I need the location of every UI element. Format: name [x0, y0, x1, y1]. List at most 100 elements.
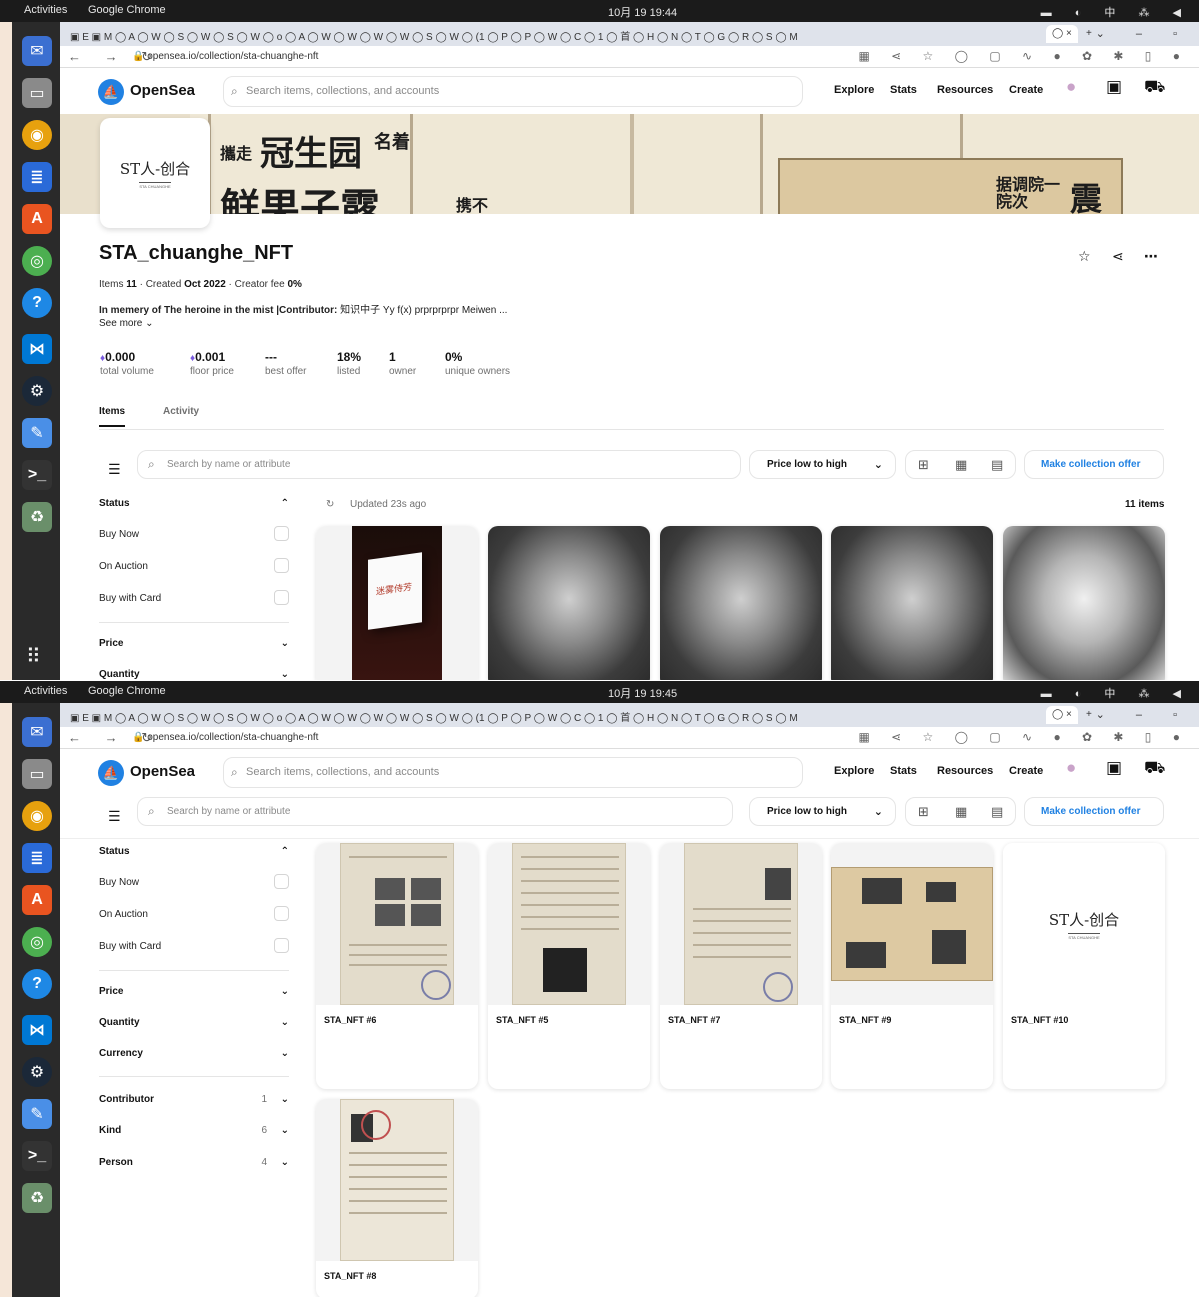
nav-explore[interactable]: Explore: [834, 765, 874, 777]
window-controls[interactable]: ⌄ – ▫: [1096, 27, 1191, 40]
text-editor-icon[interactable]: ✎: [22, 1099, 52, 1129]
checkbox[interactable]: [274, 590, 289, 605]
filter-kind-header[interactable]: Kind 6 ⌄: [99, 1125, 289, 1136]
input-method[interactable]: 中: [1104, 688, 1125, 700]
input-method[interactable]: 中: [1104, 7, 1125, 19]
nft-card[interactable]: STA_NFT #9: [831, 843, 993, 1089]
steam-icon[interactable]: ⚙: [22, 1057, 52, 1087]
terminal-icon[interactable]: >_: [22, 1141, 52, 1171]
item-search-input[interactable]: ⌕ Search by name or attribute: [137, 797, 733, 826]
filter-buy-now[interactable]: Buy Now: [99, 526, 289, 541]
window-controls[interactable]: ⌄ – ▫: [1096, 708, 1191, 721]
nft-card[interactable]: [660, 526, 822, 680]
nft-card[interactable]: [831, 526, 993, 680]
sort-select[interactable]: Price low to high ⌄: [749, 450, 896, 479]
writer-icon[interactable]: ≣: [22, 843, 52, 873]
text-editor-icon[interactable]: ✎: [22, 418, 52, 448]
steam-icon[interactable]: ⚙: [22, 376, 52, 406]
filter-status-header[interactable]: Status ⌃: [99, 498, 289, 509]
filter-status-header[interactable]: Status ⌃: [99, 846, 289, 857]
filter-toggle-icon[interactable]: ☰: [108, 461, 121, 478]
tab-strip-icons[interactable]: ▣ E ▣ M ◯ A ◯ W ◯ S ◯ W ◯ S ◯ W ◯ o ◯ A …: [70, 706, 798, 724]
filter-contributor-header[interactable]: Contributor 1 ⌄: [99, 1094, 289, 1105]
make-collection-offer-button[interactable]: Make collection offer: [1024, 450, 1164, 479]
nft-card[interactable]: STA_NFT #5: [488, 843, 650, 1089]
item-search-input[interactable]: ⌕ Search by name or attribute: [137, 450, 741, 479]
active-app-label[interactable]: Google Chrome: [88, 685, 166, 697]
tab-items[interactable]: Items: [99, 406, 126, 427]
brand-name[interactable]: OpenSea: [130, 763, 195, 780]
software-icon[interactable]: A: [22, 204, 52, 234]
chrome-icon[interactable]: ◎: [22, 927, 52, 957]
tab-strip-icons[interactable]: ▣ E ▣ M ◯ A ◯ W ◯ S ◯ W ◯ S ◯ W ◯ o ◯ A …: [70, 25, 798, 43]
extension-icons[interactable]: ▦ ⋖ ☆ ◯ ▢ ∿ ● ✿ ✱ ▯ ●: [858, 49, 1189, 63]
terminal-icon[interactable]: >_: [22, 460, 52, 490]
new-tab-button[interactable]: +: [1086, 25, 1092, 43]
see-more-button[interactable]: See more ⌄: [99, 318, 154, 329]
help-icon[interactable]: ?: [22, 288, 52, 318]
profile-avatar[interactable]: ●: [1066, 77, 1076, 97]
nav-resources[interactable]: Resources: [937, 765, 993, 777]
make-collection-offer-button[interactable]: Make collection offer: [1024, 797, 1164, 826]
cart-icon[interactable]: ⛟: [1144, 758, 1165, 780]
list-view-icon[interactable]: ▤: [991, 457, 1003, 473]
writer-icon[interactable]: ≣: [22, 162, 52, 192]
tab-active[interactable]: ◯ ×: [1046, 706, 1078, 724]
nft-card[interactable]: STA_NFT #6: [316, 843, 478, 1089]
software-icon[interactable]: A: [22, 885, 52, 915]
checkbox[interactable]: [274, 526, 289, 541]
nav-create[interactable]: Create: [1009, 84, 1043, 96]
new-tab-button[interactable]: +: [1086, 706, 1092, 724]
activities-button[interactable]: Activities: [24, 685, 67, 697]
nav-stats[interactable]: Stats: [890, 84, 917, 96]
nav-create[interactable]: Create: [1009, 765, 1043, 777]
filter-quantity-header[interactable]: Quantity ⌄: [99, 1017, 289, 1028]
filter-price-header[interactable]: Price ⌄: [99, 638, 289, 649]
nft-card[interactable]: [488, 526, 650, 680]
grid-small-icon[interactable]: ▦: [955, 804, 967, 820]
filter-buy-with-card[interactable]: Buy with Card: [99, 938, 289, 953]
thunderbird-icon[interactable]: ✉: [22, 717, 52, 747]
filter-price-header[interactable]: Price ⌄: [99, 986, 289, 997]
trash-icon[interactable]: ♻: [22, 502, 52, 532]
system-tray[interactable]: ▬ ◐ 中 ⁂ ◀: [1041, 4, 1191, 20]
clock[interactable]: 10月 19 19:45: [608, 685, 677, 701]
help-icon[interactable]: ?: [22, 969, 52, 999]
filter-quantity-header[interactable]: Quantity ⌄: [99, 669, 289, 680]
filter-buy-with-card[interactable]: Buy with Card: [99, 590, 289, 605]
checkbox[interactable]: [274, 874, 289, 889]
nft-card[interactable]: ST人-创合 STA CHUANGHE STA_NFT #10: [1003, 843, 1165, 1089]
cart-icon[interactable]: ⛟: [1144, 77, 1165, 99]
url-field[interactable]: 🔒 opensea.io/collection/sta-chuanghe-nft: [132, 732, 318, 743]
nav-explore[interactable]: Explore: [834, 84, 874, 96]
checkbox[interactable]: [274, 938, 289, 953]
files-icon[interactable]: ▭: [22, 78, 52, 108]
list-view-icon[interactable]: ▤: [991, 804, 1003, 820]
opensea-logo-icon[interactable]: ⛵: [98, 79, 124, 105]
vscode-icon[interactable]: ⋈: [22, 1015, 52, 1045]
url-field[interactable]: 🔒 opensea.io/collection/sta-chuanghe-nft: [132, 51, 318, 62]
filter-person-header[interactable]: Person 4 ⌄: [99, 1157, 289, 1168]
nav-stats[interactable]: Stats: [890, 765, 917, 777]
show-apps-icon[interactable]: ⠿: [26, 644, 41, 669]
nft-card[interactable]: [1003, 526, 1165, 680]
profile-avatar[interactable]: ●: [1066, 758, 1076, 778]
grid-large-icon[interactable]: ⊞: [918, 457, 929, 473]
filter-on-auction[interactable]: On Auction: [99, 906, 289, 921]
watchlist-star-icon[interactable]: ☆: [1078, 248, 1091, 265]
active-app-label[interactable]: Google Chrome: [88, 4, 166, 16]
extension-icons[interactable]: ▦ ⋖ ☆ ◯ ▢ ∿ ● ✿ ✱ ▯ ●: [858, 730, 1189, 744]
opensea-logo-icon[interactable]: ⛵: [98, 760, 124, 786]
nav-resources[interactable]: Resources: [937, 84, 993, 96]
brand-name[interactable]: OpenSea: [130, 82, 195, 99]
global-search-input[interactable]: ⌕ Search items, collections, and accounts: [223, 76, 803, 107]
filter-toggle-icon[interactable]: ☰: [108, 808, 121, 825]
rhythmbox-icon[interactable]: ◉: [22, 120, 52, 150]
rhythmbox-icon[interactable]: ◉: [22, 801, 52, 831]
clock[interactable]: 10月 19 19:44: [608, 4, 677, 20]
wallet-icon[interactable]: ▣: [1106, 77, 1122, 97]
activities-button[interactable]: Activities: [24, 4, 67, 16]
nft-card[interactable]: STA_NFT #7: [660, 843, 822, 1089]
checkbox[interactable]: [274, 906, 289, 921]
vscode-icon[interactable]: ⋈: [22, 334, 52, 364]
